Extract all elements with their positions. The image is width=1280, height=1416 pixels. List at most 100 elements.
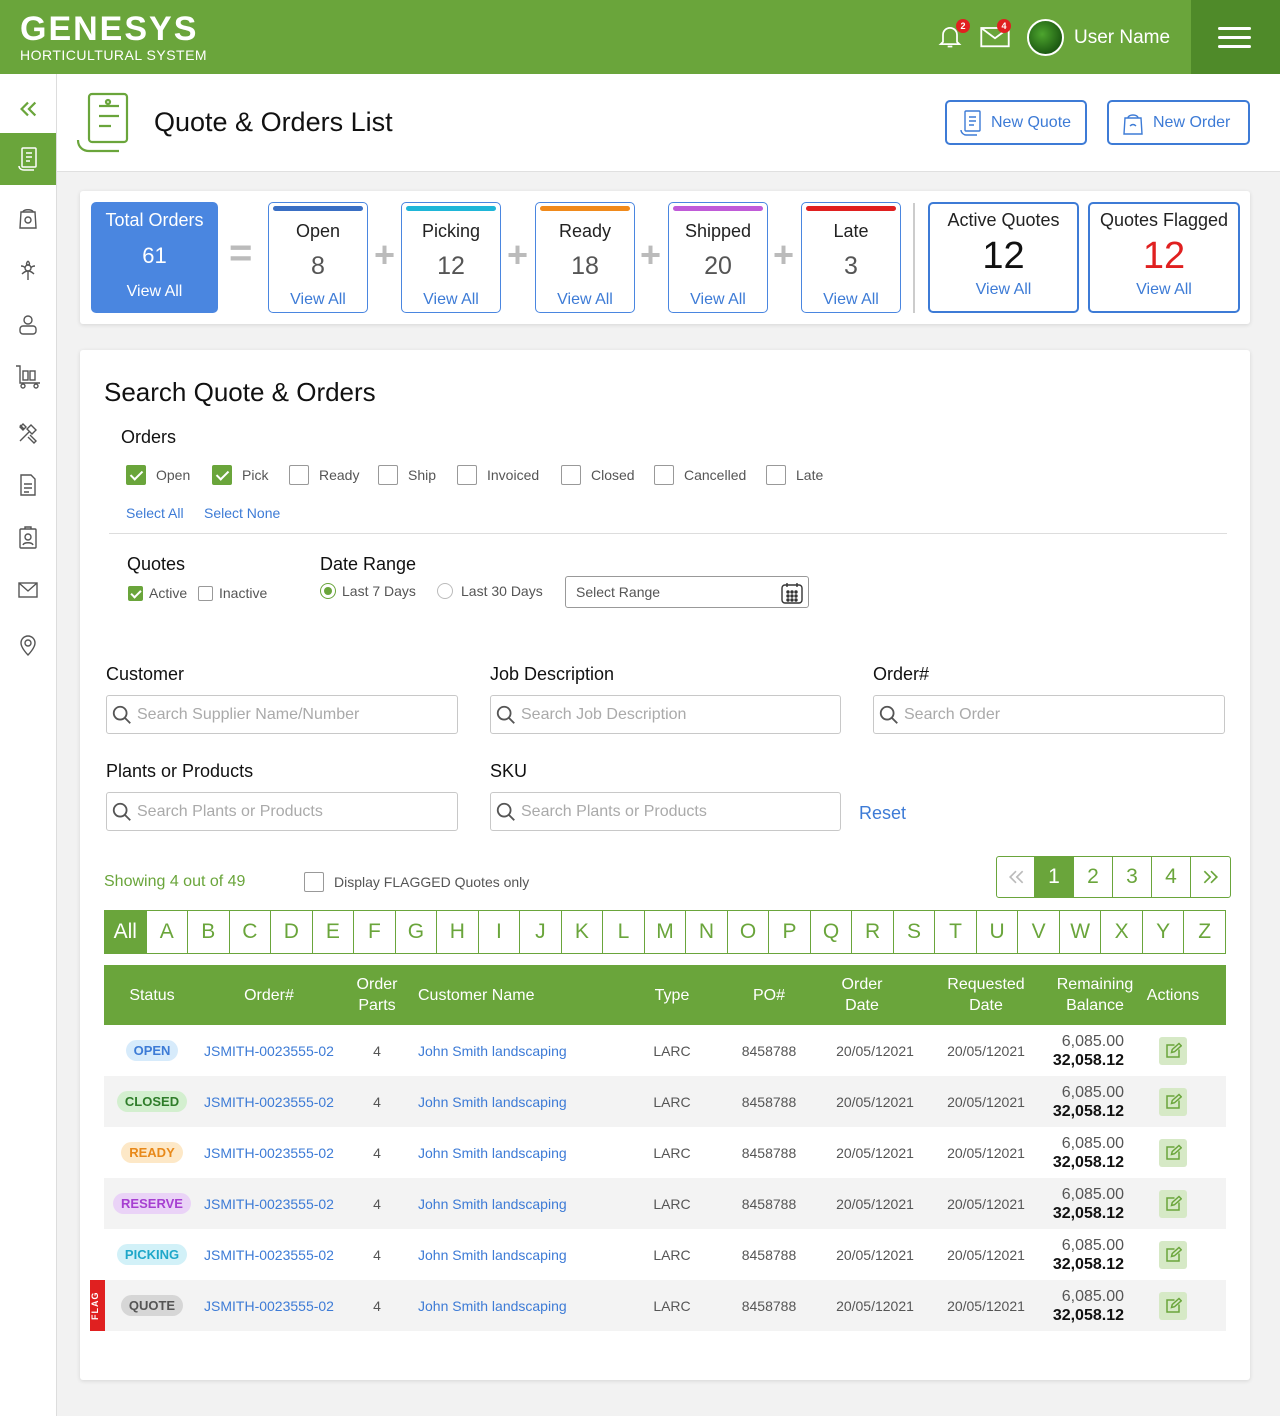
col-po[interactable]: PO# (730, 965, 808, 1025)
new-order-button[interactable]: New Order (1107, 100, 1250, 145)
new-quote-button[interactable]: New Quote (945, 100, 1087, 145)
checkbox-box[interactable] (212, 465, 232, 485)
customer-link[interactable]: John Smith landscaping (418, 1229, 598, 1280)
order-link[interactable]: JSMITH-0023555-02 (200, 1127, 338, 1178)
col-requested-date[interactable]: Requested Date (940, 965, 1032, 1025)
order-filter-closed-checkbox[interactable]: Closed (561, 465, 635, 485)
reset-link[interactable]: Reset (859, 803, 906, 824)
checkbox-box[interactable] (457, 465, 477, 485)
col-remaining-balance[interactable]: Remaining Balance (1050, 965, 1140, 1025)
edit-button[interactable] (1159, 1036, 1187, 1065)
customer-search-input[interactable] (137, 705, 437, 724)
edit-button[interactable] (1159, 1087, 1187, 1116)
view-all-link[interactable]: View All (669, 291, 767, 309)
sidebar-collapse[interactable] (0, 83, 56, 135)
stat-open[interactable]: Open 8 View All (268, 202, 368, 313)
letter-filter-z[interactable]: Z (1184, 911, 1225, 953)
order-search-field[interactable] (873, 695, 1225, 734)
letter-filter-w[interactable]: W (1060, 911, 1102, 953)
order-filter-late-checkbox[interactable]: Late (766, 465, 823, 485)
order-link[interactable]: JSMITH-0023555-02 (200, 1076, 338, 1127)
col-status[interactable]: Status (104, 965, 200, 1025)
edit-button[interactable] (1159, 1240, 1187, 1269)
checkbox-box[interactable] (289, 465, 309, 485)
checkbox-box[interactable] (561, 465, 581, 485)
calendar-icon[interactable] (780, 581, 804, 605)
sidebar-item-documents[interactable] (0, 459, 56, 511)
stat-quotes-flagged[interactable]: Quotes Flagged 12 View All (1088, 202, 1240, 313)
table-row[interactable]: RESERVE JSMITH-0023555-02 4 John Smith land… (104, 1178, 1226, 1229)
letter-filter-g[interactable]: G (396, 911, 438, 953)
page-button-2[interactable]: 2 (1074, 857, 1113, 897)
order-filter-ship-checkbox[interactable]: Ship (378, 465, 436, 485)
table-row[interactable]: PICKING JSMITH-0023555-02 4 John Smith land… (104, 1229, 1226, 1280)
order-search-input[interactable] (904, 705, 1204, 724)
plants-search-input[interactable] (137, 802, 437, 821)
first-page-button[interactable] (997, 857, 1035, 897)
view-all-link[interactable]: View All (930, 281, 1077, 299)
edit-button[interactable] (1159, 1138, 1187, 1167)
sidebar-item-tools[interactable] (0, 407, 56, 459)
table-row[interactable]: READY JSMITH-0023555-02 4 John Smith landsc… (104, 1127, 1226, 1178)
view-all-link[interactable]: View All (402, 291, 500, 309)
letter-filter-v[interactable]: V (1018, 911, 1060, 953)
job-description-search-field[interactable] (490, 695, 841, 734)
customer-link[interactable]: John Smith landscaping (418, 1178, 598, 1229)
letter-filter-all[interactable]: All (105, 911, 147, 953)
date-range-picker[interactable]: Select Range (565, 576, 809, 608)
sidebar-item-contacts[interactable] (0, 298, 56, 350)
sidebar-item-mail[interactable] (0, 564, 56, 616)
sidebar-item-shipping[interactable] (0, 350, 56, 402)
col-order[interactable]: Order# (200, 965, 338, 1025)
letter-filter-x[interactable]: X (1101, 911, 1143, 953)
col-parts[interactable]: Order Parts (344, 965, 410, 1025)
order-filter-open-checkbox[interactable]: Open (126, 465, 190, 485)
checkbox-box[interactable] (126, 465, 146, 485)
letter-filter-y[interactable]: Y (1143, 911, 1185, 953)
sku-search-input[interactable] (521, 802, 821, 821)
customer-link[interactable]: John Smith landscaping (418, 1127, 598, 1178)
select-all-link[interactable]: Select All (126, 505, 184, 521)
letter-filter-s[interactable]: S (894, 911, 936, 953)
stat-picking[interactable]: Picking 12 View All (401, 202, 501, 313)
view-all-link[interactable]: View All (91, 283, 218, 301)
order-link[interactable]: JSMITH-0023555-02 (200, 1229, 338, 1280)
user-name[interactable]: User Name (1074, 27, 1170, 49)
sidebar-item-locations[interactable] (0, 619, 56, 671)
col-order-date[interactable]: Order Date (826, 965, 898, 1025)
letter-filter-k[interactable]: K (562, 911, 604, 953)
view-all-link[interactable]: View All (269, 291, 367, 309)
letter-filter-d[interactable]: D (271, 911, 313, 953)
table-row[interactable]: OPEN JSMITH-0023555-02 4 John Smith landsca… (104, 1025, 1226, 1076)
customer-link[interactable]: John Smith landscaping (418, 1025, 598, 1076)
stat-shipped[interactable]: Shipped 20 View All (668, 202, 768, 313)
stat-ready[interactable]: Ready 18 View All (535, 202, 635, 313)
view-all-link[interactable]: View All (802, 291, 900, 309)
letter-filter-j[interactable]: J (520, 911, 562, 953)
messages-button[interactable]: 4 (979, 19, 1011, 52)
order-filter-invoiced-checkbox[interactable]: Invoiced (457, 465, 539, 485)
order-filter-cancelled-checkbox[interactable]: Cancelled (654, 465, 746, 485)
customer-search-field[interactable] (106, 695, 458, 734)
page-button-4[interactable]: 4 (1152, 857, 1191, 897)
hamburger-menu-button[interactable] (1191, 0, 1280, 74)
letter-filter-f[interactable]: F (354, 911, 396, 953)
job-description-search-input[interactable] (521, 705, 821, 724)
quote-active-checkbox[interactable]: Active (128, 585, 187, 601)
checkbox-box[interactable] (304, 872, 324, 892)
flagged-only-checkbox[interactable]: Display FLAGGED Quotes only (304, 872, 529, 892)
customer-link[interactable]: John Smith landscaping (418, 1076, 598, 1127)
page-button-1[interactable]: 1 (1035, 857, 1074, 897)
letter-filter-l[interactable]: L (603, 911, 645, 953)
letter-filter-u[interactable]: U (977, 911, 1019, 953)
checkbox-box[interactable] (198, 585, 213, 601)
sku-search-field[interactable] (490, 792, 841, 831)
quote-inactive-checkbox[interactable]: Inactive (198, 585, 267, 601)
avatar[interactable] (1027, 19, 1064, 56)
page-button-3[interactable]: 3 (1113, 857, 1152, 897)
customer-link[interactable]: John Smith landscaping (418, 1280, 598, 1331)
view-all-link[interactable]: View All (1090, 281, 1238, 299)
order-link[interactable]: JSMITH-0023555-02 (200, 1178, 338, 1229)
letter-filter-b[interactable]: B (188, 911, 230, 953)
order-filter-ready-checkbox[interactable]: Ready (289, 465, 359, 485)
